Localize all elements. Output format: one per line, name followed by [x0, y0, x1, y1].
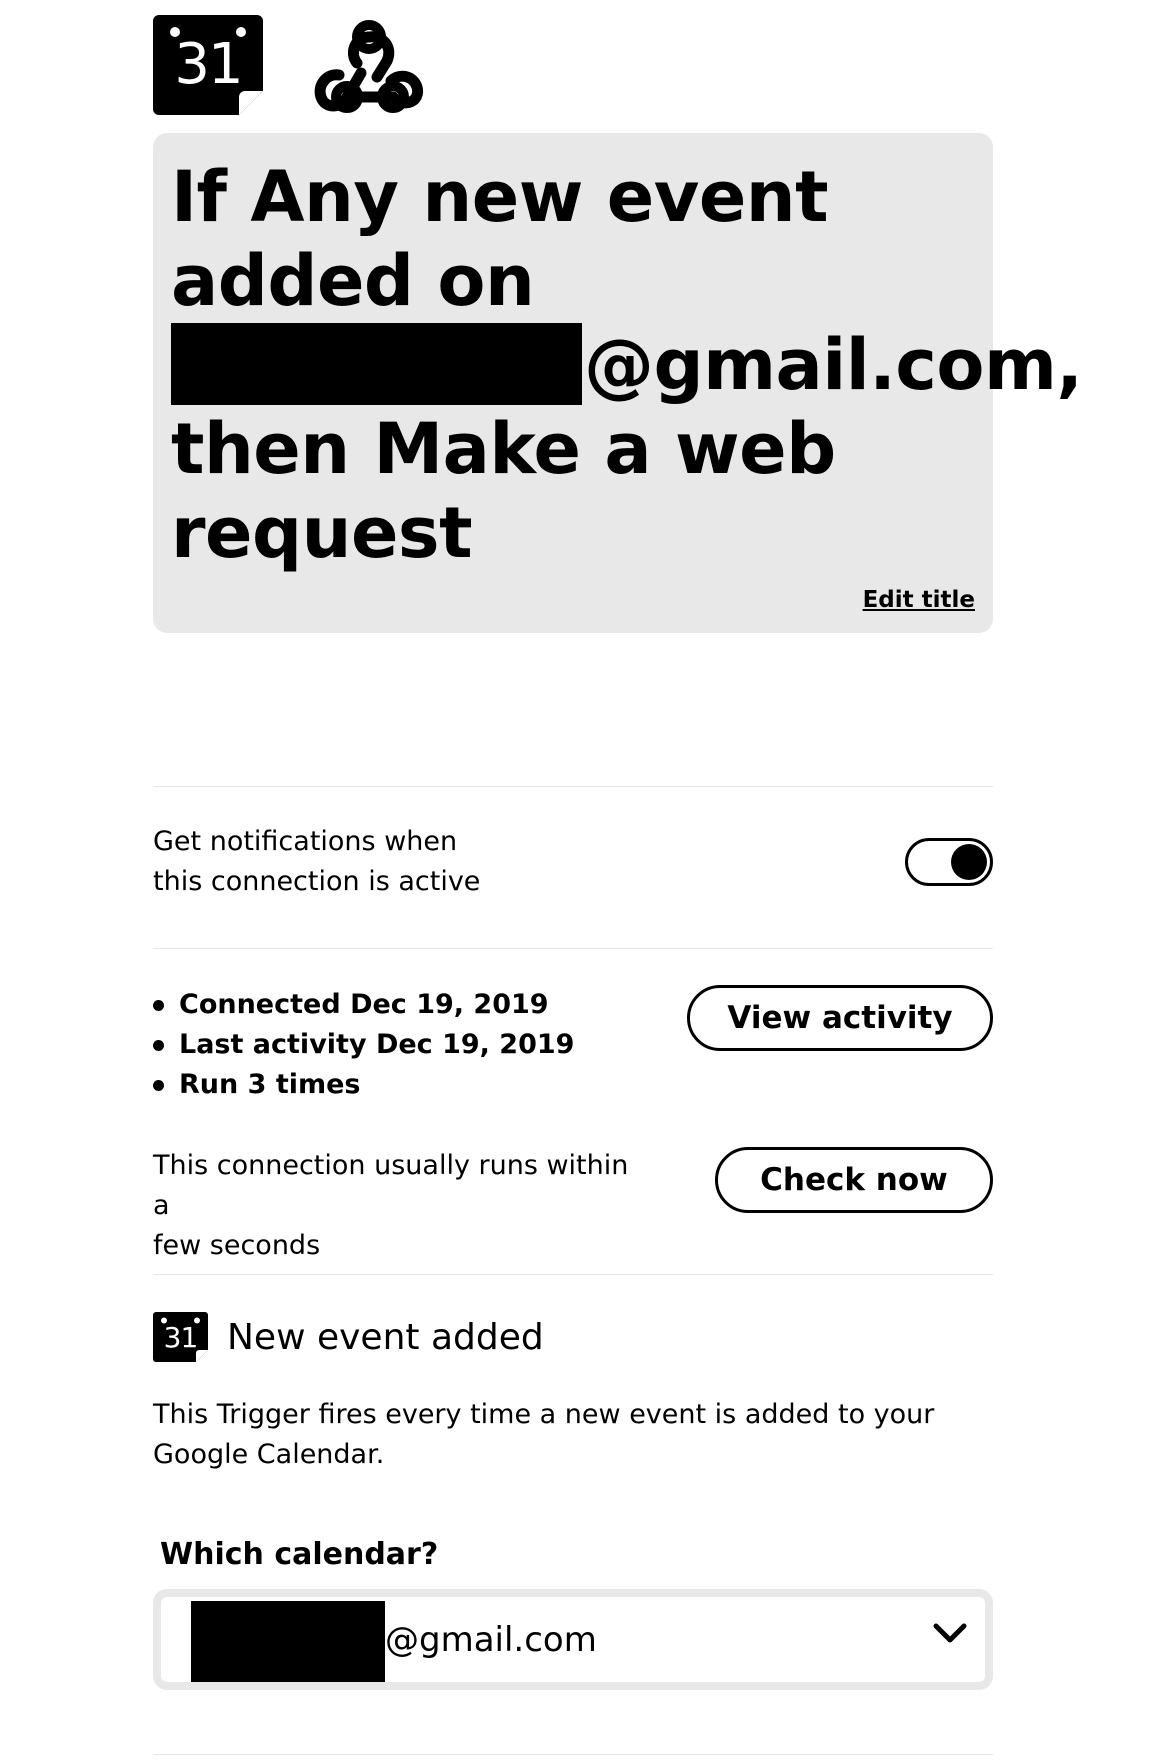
trigger-description: This Trigger fires every time a new even…	[153, 1395, 993, 1475]
title-email-suffix: @gmail.com,	[584, 324, 1083, 406]
notifications-label: Get notifications when this connection i…	[153, 822, 573, 902]
stat-text: Connected Dec 19, 2019	[179, 989, 549, 1020]
view-activity-button[interactable]: View activity	[687, 985, 993, 1051]
calendar-select-value: @gmail.com	[385, 1619, 597, 1660]
check-now-button[interactable]: Check now	[715, 1147, 993, 1213]
applet-title-card: If Any new event added on @gmail.com, th…	[153, 133, 1083, 633]
stat-item: Run 3 times	[153, 1065, 574, 1105]
title-line: If Any new event	[171, 156, 829, 238]
stat-text: Last activity Dec 19, 2019	[179, 1029, 575, 1060]
title-line: then Make a web	[171, 408, 836, 490]
google-calendar-icon: 31	[153, 15, 263, 115]
divider	[153, 786, 993, 787]
title-line: request	[171, 492, 473, 574]
calendar-day-number: 31	[163, 1321, 199, 1354]
trigger-description-line: This Trigger fires every time a new even…	[153, 1399, 935, 1430]
divider	[153, 1274, 993, 1275]
calendar-select[interactable]: @gmail.com	[153, 1589, 993, 1690]
bullet-icon	[153, 1000, 164, 1011]
chevron-down-icon	[933, 1623, 967, 1649]
webhook-icon	[313, 13, 425, 117]
toggle-knob	[951, 844, 987, 880]
runs-info-line: few seconds	[153, 1230, 321, 1261]
google-calendar-icon: 31	[153, 1312, 208, 1362]
divider	[153, 948, 993, 949]
edit-title-link[interactable]: Edit title	[863, 587, 975, 613]
which-calendar-label: Which calendar?	[160, 1537, 439, 1572]
notifications-label-line: this connection is active	[153, 866, 481, 897]
stat-text: Run 3 times	[179, 1069, 361, 1100]
trigger-header: 31 New event added	[153, 1312, 544, 1362]
runs-info-line: This connection usually runs within a	[153, 1150, 629, 1221]
divider	[153, 1754, 993, 1755]
title-email-line: @gmail.com,	[171, 322, 1083, 407]
trigger-title: New event added	[227, 1316, 544, 1358]
notifications-label-line: Get notifications when	[153, 826, 458, 857]
service-icons: 31	[153, 14, 425, 116]
trigger-description-line: Google Calendar.	[153, 1439, 385, 1470]
notifications-toggle[interactable]	[905, 838, 993, 886]
calendar-day-number: 31	[174, 32, 243, 97]
bullet-icon	[153, 1080, 164, 1091]
redacted-email-block	[191, 1601, 385, 1682]
bullet-icon	[153, 1040, 164, 1051]
runs-info: This connection usually runs within a fe…	[153, 1146, 653, 1266]
stat-item: Last activity Dec 19, 2019	[153, 1025, 574, 1065]
connection-stats: Connected Dec 19, 2019 Last activity Dec…	[153, 985, 574, 1105]
applet-title: If Any new event added on @gmail.com, th…	[171, 155, 1083, 575]
redacted-email-block	[171, 322, 582, 405]
title-line: added on	[171, 240, 535, 322]
stat-item: Connected Dec 19, 2019	[153, 985, 574, 1025]
